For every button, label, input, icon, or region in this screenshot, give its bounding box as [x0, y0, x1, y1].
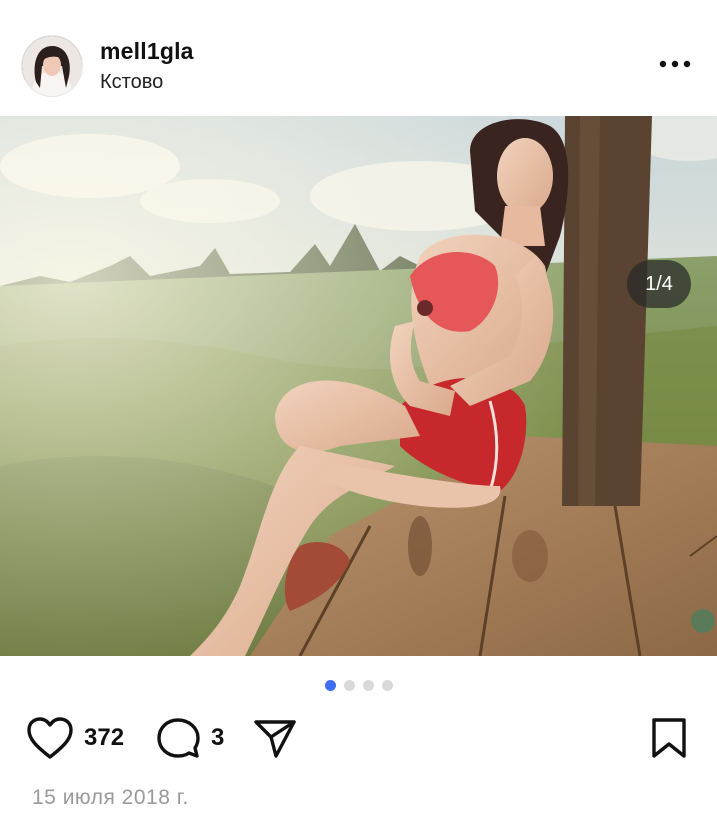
carousel-dot[interactable] [344, 680, 355, 691]
carousel-indicator [0, 680, 717, 692]
carousel-dot-active[interactable] [325, 680, 336, 691]
save-button[interactable] [648, 716, 690, 760]
post-media[interactable]: 1/4 [0, 116, 717, 656]
location[interactable]: Кстово [100, 71, 163, 94]
username[interactable]: mell1gla [100, 38, 194, 65]
media-counter: 1/4 [627, 260, 691, 308]
avatar-image [22, 36, 82, 96]
comment-icon [157, 718, 200, 758]
likes-count[interactable]: 372 [84, 724, 124, 752]
more-horizontal-icon [659, 60, 691, 68]
carousel-dot[interactable] [363, 680, 374, 691]
post-header: mell1gla Кстово [0, 0, 717, 116]
carousel-dot[interactable] [382, 680, 393, 691]
more-options-button[interactable] [654, 46, 696, 82]
post-actions-bar: 372 3 [0, 708, 717, 772]
send-icon [254, 720, 296, 758]
heart-icon [27, 717, 73, 759]
comments-count[interactable]: 3 [211, 724, 224, 752]
post-photo [0, 116, 717, 656]
share-button[interactable] [252, 716, 298, 760]
post-date: 15 июля 2018 г. [32, 786, 189, 809]
bookmark-icon [652, 718, 686, 758]
comment-button[interactable] [156, 716, 202, 760]
avatar[interactable] [22, 36, 82, 96]
like-button[interactable] [26, 716, 74, 760]
